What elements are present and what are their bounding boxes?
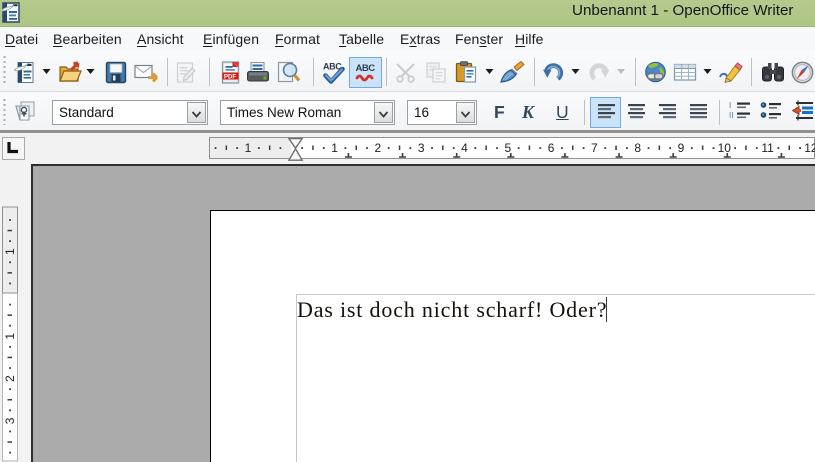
svg-text:1: 1: [3, 248, 17, 255]
svg-text:12: 12: [804, 141, 815, 155]
svg-text:1: 1: [331, 141, 338, 155]
svg-text:10: 10: [718, 141, 732, 155]
svg-text:ABC: ABC: [356, 63, 376, 74]
svg-text:II: II: [729, 111, 733, 120]
svg-text:2: 2: [3, 375, 17, 382]
svg-text:1: 1: [3, 333, 17, 340]
svg-text:9: 9: [678, 141, 685, 155]
svg-text:PDF: PDF: [224, 75, 236, 81]
svg-text:5: 5: [504, 141, 511, 155]
svg-text:1: 1: [245, 141, 252, 155]
svg-text:8: 8: [634, 141, 641, 155]
svg-text:4: 4: [461, 141, 468, 155]
svg-text:I: I: [729, 101, 731, 110]
svg-text:7: 7: [591, 141, 598, 155]
svg-text:2: 2: [375, 141, 382, 155]
svg-text:3: 3: [3, 417, 17, 424]
svg-text:11: 11: [761, 141, 774, 155]
svg-text:6: 6: [548, 141, 555, 155]
svg-text:3: 3: [418, 141, 425, 155]
